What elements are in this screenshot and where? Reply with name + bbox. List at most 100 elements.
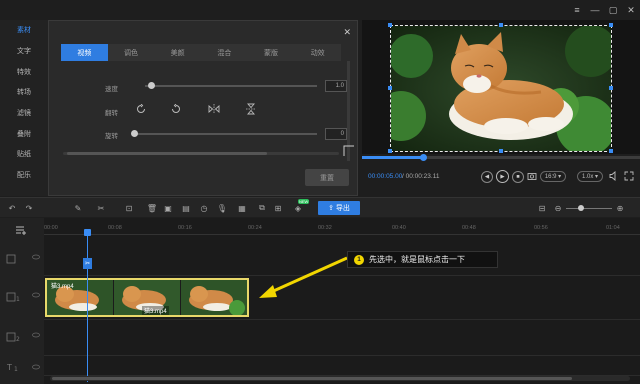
corner-resize-icon[interactable] [343, 145, 355, 157]
undo-icon[interactable]: ↶ [6, 202, 18, 214]
rotate-slider-knob[interactable] [131, 130, 138, 137]
aspect-value: 16:9 [544, 173, 557, 180]
track-visibility-icon[interactable] [32, 254, 40, 260]
reset-button[interactable]: 重置 [305, 169, 349, 186]
menu-icon[interactable]: ≡ [568, 0, 586, 20]
speed-slider-track[interactable] [145, 85, 317, 87]
cut-icon[interactable]: ✂ [95, 202, 107, 214]
svg-text:2: 2 [16, 336, 20, 342]
property-panel: ✕ 视频 调色 美颜 混合 蒙版 动效 速度 1.0 翻转 旋转 0 重置 [48, 20, 358, 196]
delete-icon[interactable]: 🗑 [146, 202, 158, 214]
annotation-arrow [259, 256, 348, 298]
resize-handle[interactable] [609, 149, 613, 153]
fit-timeline-icon[interactable]: ⊟ [536, 202, 548, 214]
ruler-line [44, 234, 640, 235]
tab-beauty[interactable]: 美颜 [154, 44, 201, 61]
volume-icon[interactable] [609, 171, 619, 181]
redo-icon[interactable]: ↷ [23, 202, 35, 214]
speed-slider-knob[interactable] [148, 82, 155, 89]
add-track-icon[interactable] [15, 225, 27, 235]
speed-input[interactable]: 1.0 [325, 80, 347, 92]
sidebar-item-overlays[interactable]: 叠附 [0, 123, 48, 144]
crop-icon[interactable]: ⊡ [123, 202, 135, 214]
ruler-label: 00:48 [462, 225, 476, 231]
split-marker-icon[interactable]: ✂ [83, 258, 92, 269]
export-label: 导出 [335, 205, 350, 212]
resize-handle[interactable] [499, 23, 503, 27]
sidebar-item-stickers[interactable]: 贴纸 [0, 144, 48, 165]
tab-color[interactable]: 调色 [108, 44, 155, 61]
stop-button[interactable]: ■ [512, 171, 524, 183]
zoom-slider[interactable] [566, 208, 612, 209]
sidebar-item-music[interactable]: 配乐 [0, 165, 48, 186]
tab-mask[interactable]: 蒙版 [248, 44, 295, 61]
mosaic-icon[interactable]: ▦ [236, 202, 248, 214]
export-button[interactable]: ⇪ 导出 [318, 201, 360, 215]
resize-handle[interactable] [609, 23, 613, 27]
timeline-hscroll-thumb[interactable] [52, 377, 572, 380]
zoom-slider-knob[interactable] [578, 205, 584, 211]
sidebar-item-filters[interactable]: 滤镜 [0, 103, 48, 124]
rotate-left-icon[interactable] [136, 104, 146, 114]
video-track-icon [6, 254, 16, 264]
ruler-label: 00:56 [534, 225, 548, 231]
aspect-select[interactable]: 16:9 ▾ [540, 171, 566, 182]
tab-video[interactable]: 视频 [61, 44, 108, 61]
maximize-icon[interactable]: ▢ [604, 0, 622, 20]
ruler-label: 00:24 [248, 225, 262, 231]
rotate-right-icon[interactable] [171, 104, 181, 114]
svg-text:1: 1 [16, 296, 20, 302]
sidebar-item-effects[interactable]: 特效 [0, 61, 48, 82]
resize-handle[interactable] [499, 149, 503, 153]
rotate-slider-track[interactable] [133, 133, 317, 135]
fullscreen-icon[interactable] [624, 171, 634, 181]
duration-icon[interactable]: ◷ [198, 202, 210, 214]
resize-handle[interactable] [609, 86, 613, 90]
svg-text:1: 1 [14, 366, 18, 372]
video-frame[interactable] [390, 25, 612, 152]
ruler-label: 00:40 [392, 225, 406, 231]
track-visibility-icon[interactable] [32, 364, 40, 370]
resize-handle[interactable] [388, 23, 392, 27]
freeze-icon[interactable]: ▣ [162, 202, 174, 214]
playhead-line[interactable] [87, 232, 88, 382]
tab-blend[interactable]: 混合 [201, 44, 248, 61]
video-progress-knob[interactable] [420, 154, 427, 161]
speed-select[interactable]: 1.0x ▾ [577, 171, 603, 182]
video-clip[interactable]: 猫3.mp4 猫3.mp4 [45, 278, 249, 317]
edit-icon[interactable]: ✎ [72, 202, 84, 214]
prev-frame-button[interactable]: ◀ [481, 171, 493, 183]
video-progress-fill [362, 156, 423, 159]
track-visibility-icon[interactable] [32, 292, 40, 298]
track-1-icon: 1 [6, 292, 20, 302]
flip-vertical-icon[interactable] [246, 103, 256, 115]
zoom-out-icon[interactable]: ⊖ [552, 202, 564, 214]
track-2-icon: 2 [6, 332, 20, 342]
track-headers: 1 2 T1 [0, 218, 44, 384]
audio-icon[interactable]: ▤ [180, 202, 192, 214]
rotate-input[interactable]: 0 [325, 128, 347, 140]
ruler-label: 00:32 [318, 225, 332, 231]
flip-horizontal-icon[interactable] [208, 104, 220, 114]
detach-audio-icon[interactable]: ⊞ [272, 202, 284, 214]
rotate-label: 旋转 [105, 133, 118, 140]
tab-motion[interactable]: 动效 [294, 44, 341, 61]
play-button[interactable]: ▶ [496, 170, 509, 183]
sidebar-item-transitions[interactable]: 转场 [0, 82, 48, 103]
close-icon[interactable]: ✕ [622, 0, 640, 20]
screenshot-icon[interactable]: ⧉ [256, 202, 268, 214]
edit-toolbar: ↶ ↷ ✎ ✂ ⊡ 🗑 ▣ ▤ ◷ 🎙 ▦ ⧉ ⊞ ◈ NEW ⇪ 导出 ⊟ ⊖… [0, 197, 640, 217]
playhead-handle[interactable] [84, 229, 91, 236]
sidebar-item-text[interactable]: 文字 [0, 41, 48, 62]
ruler-label: 00:08 [108, 225, 122, 231]
sidebar-item-media[interactable]: 素材 [0, 20, 48, 41]
track-visibility-icon[interactable] [32, 332, 40, 338]
panel-hscroll-thumb[interactable] [67, 152, 267, 155]
resize-handle[interactable] [388, 86, 392, 90]
zoom-in-icon[interactable]: ⊕ [614, 202, 626, 214]
mic-icon[interactable]: 🎙 [216, 202, 228, 214]
panel-close-icon[interactable]: ✕ [343, 27, 351, 38]
snapshot-icon[interactable] [527, 171, 537, 181]
minimize-icon[interactable]: — [586, 0, 604, 20]
resize-handle[interactable] [388, 149, 392, 153]
